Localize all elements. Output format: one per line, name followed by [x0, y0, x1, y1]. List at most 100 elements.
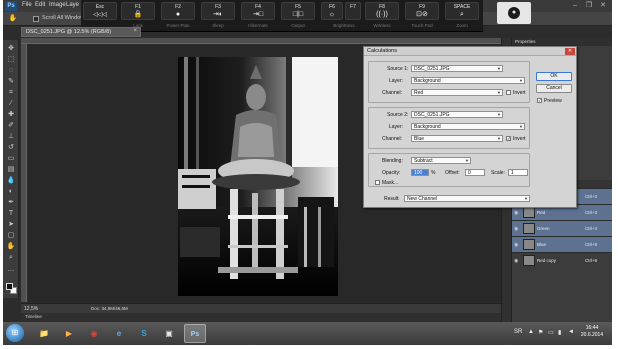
- fkey-f7[interactable]: F7: [345, 2, 361, 20]
- language-indicator[interactable]: SR: [514, 329, 522, 335]
- document-tab[interactable]: DSC_0251.JPG @ 12.5% (RGB/8) ×: [21, 27, 141, 37]
- properties-tab[interactable]: Properties: [512, 38, 612, 46]
- internet-explorer-taskbar-icon[interactable]: e: [108, 324, 130, 343]
- close-icon[interactable]: ✕: [596, 1, 610, 10]
- taskbar-clock[interactable]: 16:44 20.6.2014: [578, 325, 606, 339]
- cancel-button[interactable]: Cancel: [536, 84, 572, 93]
- minimize-icon[interactable]: –: [568, 1, 582, 10]
- close-icon[interactable]: ✕: [565, 48, 575, 55]
- fkey-caption: Hibernate: [248, 23, 268, 28]
- tray-overflow-icon[interactable]: ▲: [528, 329, 534, 335]
- source2-file-select[interactable]: DSC_0251.JPG ▼: [411, 111, 503, 118]
- fkey-label: F6: [329, 4, 335, 10]
- fkey-f8[interactable]: F8 ((·)): [365, 2, 399, 20]
- fkey-f3[interactable]: F3 ⇥◐: [201, 2, 235, 20]
- menu-file[interactable]: File: [22, 2, 32, 8]
- volume-icon[interactable]: ◄: [568, 329, 574, 335]
- channel-thumbnail: [523, 239, 535, 250]
- dodge-tool-icon[interactable]: ◐: [5, 187, 17, 196]
- fkey-f2[interactable]: F2 ●: [161, 2, 195, 20]
- timeline-tab[interactable]: Timeline: [21, 313, 501, 321]
- gradient-tool-icon[interactable]: ▤: [5, 165, 17, 174]
- eyedropper-tool-icon[interactable]: ⁄: [5, 99, 17, 108]
- visibility-eye-icon[interactable]: ◉: [514, 226, 518, 232]
- more-tools-icon[interactable]: …: [5, 265, 17, 274]
- menu-edit[interactable]: Edit: [35, 2, 45, 8]
- visibility-eye-icon[interactable]: ◉: [514, 258, 518, 264]
- brush-tool-icon[interactable]: ✐: [5, 121, 17, 130]
- brightness-icon: ☼: [328, 11, 336, 18]
- source1-invert-checkbox[interactable]: [506, 90, 511, 95]
- source2-channel-select[interactable]: Blue ▼: [411, 135, 503, 142]
- source2-layer-select[interactable]: Background ▼: [411, 123, 525, 130]
- fkey-label: F5: [295, 4, 301, 10]
- source1-layer-select[interactable]: Background ▼: [411, 77, 525, 84]
- history-brush-tool-icon[interactable]: ↺: [5, 143, 17, 152]
- crop-tool-icon[interactable]: ⌗: [5, 88, 17, 97]
- menu-layer[interactable]: Laye: [66, 2, 79, 8]
- clone-stamp-tool-icon[interactable]: ⊥: [5, 132, 17, 141]
- skype-taskbar-icon[interactable]: S: [133, 324, 155, 343]
- foreground-color-swatch[interactable]: [6, 283, 13, 290]
- ok-button[interactable]: OK: [536, 72, 572, 81]
- chevron-down-icon: ▼: [519, 124, 523, 129]
- fkey-f4[interactable]: F4 ⇥□: [241, 2, 275, 20]
- shape-tool-icon[interactable]: ▢: [5, 231, 17, 240]
- close-icon[interactable]: ×: [133, 28, 137, 34]
- properties-tab-label: Properties: [515, 39, 536, 44]
- fkey-f1[interactable]: F1 🔒: [121, 2, 155, 20]
- type-tool-icon[interactable]: T: [5, 209, 17, 218]
- channel-shortcut: Ctrl+5: [585, 242, 598, 247]
- media-player-taskbar-icon[interactable]: ▶: [58, 324, 80, 343]
- visibility-eye-icon[interactable]: ◉: [514, 242, 518, 248]
- blur-tool-icon[interactable]: 💧: [5, 176, 17, 185]
- app-taskbar-icon[interactable]: ▣: [158, 324, 180, 343]
- flag-icon[interactable]: ⚑: [538, 329, 543, 336]
- fkey-f6[interactable]: F6 ☼: [321, 2, 343, 20]
- opacity-input[interactable]: 100: [411, 169, 429, 176]
- pen-tool-icon[interactable]: ✒: [5, 198, 17, 207]
- fkey-space[interactable]: SPACE ⌕: [445, 2, 479, 20]
- battery-icon[interactable]: ▭: [548, 329, 554, 336]
- user-account-tile[interactable]: ●: [497, 2, 531, 24]
- channel-row[interactable]: ◉ Blue Ctrl+5: [512, 236, 612, 252]
- photoshop-taskbar-icon[interactable]: Ps: [184, 324, 206, 343]
- healing-tool-icon[interactable]: ✚: [5, 110, 17, 119]
- result-select[interactable]: New Channel ▼: [404, 195, 530, 202]
- source1-group: Source 1: DSC_0251.JPG ▼ Layer: Backgroun…: [368, 61, 530, 103]
- source1-file-select[interactable]: DSC_0251.JPG ▼: [411, 65, 503, 72]
- maximize-icon[interactable]: ❐: [582, 1, 596, 10]
- path-select-tool-icon[interactable]: ➤: [5, 220, 17, 229]
- channel-row[interactable]: ◉ Red copy Ctrl+6: [512, 252, 612, 268]
- channel-row[interactable]: ◉ Green Ctrl+4: [512, 220, 612, 236]
- network-icon[interactable]: ▮: [558, 329, 561, 336]
- source2-invert-checkbox[interactable]: ✓: [506, 136, 511, 141]
- offset-input[interactable]: 0: [465, 169, 485, 176]
- eraser-tool-icon[interactable]: ▭: [5, 154, 17, 163]
- quick-select-tool-icon[interactable]: ✎: [5, 77, 17, 86]
- start-button[interactable]: ⊞: [6, 324, 24, 342]
- fkey-f5[interactable]: F5 □|□: [281, 2, 315, 20]
- move-tool-icon[interactable]: ✥: [5, 44, 17, 53]
- dialog-title-bar[interactable]: Calculations ✕: [364, 47, 576, 56]
- fkey-f9[interactable]: F9 ⊡⊘: [405, 2, 439, 20]
- preview-checkbox[interactable]: ✓: [537, 98, 542, 103]
- mask-checkbox[interactable]: [375, 180, 380, 185]
- scale-input[interactable]: 1: [508, 169, 528, 176]
- chrome-taskbar-icon[interactable]: ◉: [83, 324, 105, 343]
- zoom-level[interactable]: 12,5%: [24, 305, 44, 313]
- blending-mode-select[interactable]: Subtract ▼: [411, 157, 471, 164]
- lasso-tool-icon[interactable]: ◌: [5, 66, 17, 75]
- marquee-tool-icon[interactable]: ⬚: [5, 55, 17, 64]
- scroll-all-checkbox[interactable]: [33, 16, 39, 22]
- menu-image[interactable]: Image: [49, 2, 66, 8]
- source1-layer-label: Layer:: [389, 78, 403, 84]
- hand-tool-icon[interactable]: ✋: [7, 14, 19, 23]
- fkey-esc[interactable]: Esc ◁◁◁: [83, 2, 117, 20]
- source1-channel-select[interactable]: Red ▼: [411, 89, 503, 96]
- visibility-eye-icon[interactable]: ◉: [514, 210, 518, 216]
- zoom-tool-icon[interactable]: ⌕: [5, 253, 17, 262]
- fkey-label: F8: [379, 4, 385, 10]
- hand-tool-icon[interactable]: ✋: [5, 242, 17, 251]
- explorer-taskbar-icon[interactable]: 📁: [33, 324, 55, 343]
